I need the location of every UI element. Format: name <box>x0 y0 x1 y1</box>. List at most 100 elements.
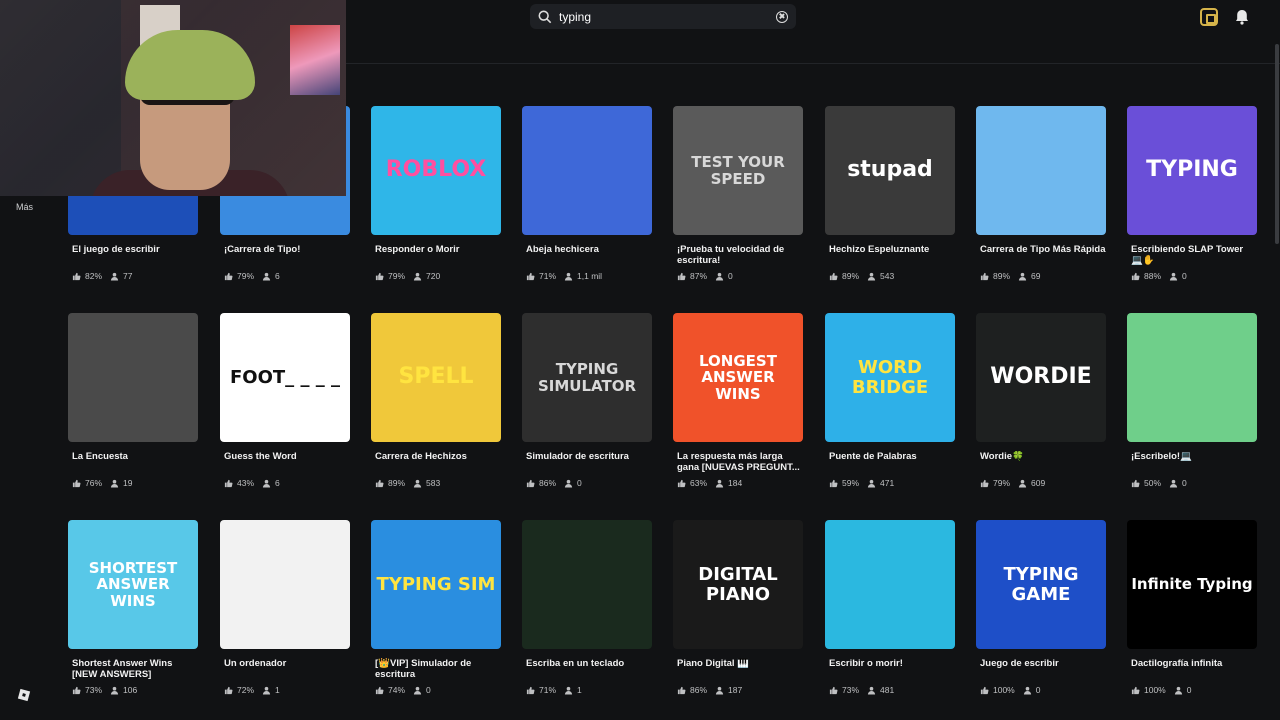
game-thumbnail[interactable] <box>220 520 350 649</box>
game-thumbnail[interactable] <box>976 106 1106 235</box>
game-title[interactable]: Piano Digital 🎹 <box>677 658 803 669</box>
game-stats: 87% 0 <box>677 271 733 281</box>
game-card[interactable]: TYPING SIM [👑VIP] Simulador de escritura 7… <box>371 520 501 695</box>
game-card[interactable]: ¡Escribelo!💻 50% 0 <box>1127 313 1257 488</box>
thumbnail-text: TYPING SIM <box>376 573 496 595</box>
game-card[interactable]: TYPING SIMULATOR Simulador de escritura 86… <box>522 313 652 488</box>
game-thumbnail[interactable]: WORDIE <box>976 313 1106 442</box>
game-title[interactable]: Abeja hechicera <box>526 244 652 255</box>
game-title[interactable]: Escribir o morir! <box>829 658 955 669</box>
game-card[interactable]: Abeja hechicera 71% 1,1 mil <box>522 106 652 281</box>
game-title[interactable]: La respuesta más larga gana [NUEVAS PREG… <box>677 451 803 473</box>
game-card[interactable]: WORDIE Wordie🍀 79% 609 <box>976 313 1106 488</box>
game-card[interactable]: La Encuesta 76% 19 <box>68 313 198 488</box>
game-title[interactable]: Un ordenador <box>224 658 350 669</box>
game-title[interactable]: Wordie🍀 <box>980 451 1106 462</box>
search-input[interactable] <box>559 9 776 24</box>
game-card[interactable]: FOOT_ _ _ _ Guess the Word 43% 6 <box>220 313 350 488</box>
game-thumbnail[interactable]: ROBLOX <box>371 106 501 235</box>
game-thumbnail[interactable]: LONGEST ANSWER WINS <box>673 313 803 442</box>
sidebar-more-label[interactable]: Más <box>16 202 33 212</box>
game-thumbnail[interactable] <box>522 520 652 649</box>
thumbnail-text: LONGEST ANSWER WINS <box>699 351 777 403</box>
rating-value: 79% <box>388 271 406 281</box>
game-title[interactable]: Juego de escribir <box>980 658 1106 669</box>
game-card[interactable]: TYPING GAME Juego de escribir 100% 0 <box>976 520 1106 695</box>
roblox-logo-icon[interactable] <box>17 688 31 702</box>
rating-value: 89% <box>842 271 860 281</box>
game-title[interactable]: El juego de escribir <box>72 244 198 255</box>
thumbnail-text: WORD BRIDGE <box>851 356 929 398</box>
game-card[interactable]: DIGITAL PIANO Piano Digital 🎹 86% 187 <box>673 520 803 695</box>
game-stats: 100% 0 <box>980 685 1040 695</box>
game-card[interactable]: SHORTEST ANSWER WINS Shortest Answer Wins… <box>68 520 198 695</box>
game-thumbnail[interactable] <box>522 106 652 235</box>
players-value: 0 <box>728 271 733 281</box>
thumbnail-text: Infinite Typing <box>1131 575 1253 594</box>
game-card[interactable]: Escriba en un teclado 71% 1 <box>522 520 652 695</box>
rating-value: 79% <box>993 478 1011 488</box>
game-title[interactable]: Carrera de Hechizos <box>375 451 501 462</box>
game-card[interactable]: Infinite Typing Dactilografía infinita 100… <box>1127 520 1257 695</box>
rating-value: 74% <box>388 685 406 695</box>
game-card[interactable]: SPELL Carrera de Hechizos 89% 583 <box>371 313 501 488</box>
players-icon <box>1169 479 1178 488</box>
game-card[interactable]: TYPING Escribiendo SLAP Tower 💻✋ 88% 0 <box>1127 106 1257 281</box>
game-thumbnail[interactable]: DIGITAL PIANO <box>673 520 803 649</box>
game-card[interactable]: Carrera de Tipo Más Rápida 89% 69 <box>976 106 1106 281</box>
game-title[interactable]: Escriba en un teclado <box>526 658 652 669</box>
game-card[interactable]: Un ordenador 72% 1 <box>220 520 350 695</box>
game-title[interactable]: Shortest Answer Wins [NEW ANSWERS] <box>72 658 198 680</box>
game-thumbnail[interactable]: WORD BRIDGE <box>825 313 955 442</box>
game-card[interactable]: WORD BRIDGE Puente de Palabras 59% 471 <box>825 313 955 488</box>
game-card[interactable]: Escribir o morir! 73% 481 <box>825 520 955 695</box>
players-value: 19 <box>123 478 133 488</box>
game-title[interactable]: Responder o Morir <box>375 244 501 255</box>
game-card[interactable]: LONGEST ANSWER WINS La respuesta más larg… <box>673 313 803 488</box>
game-thumbnail[interactable]: TYPING <box>1127 106 1257 235</box>
game-title[interactable]: Puente de Palabras <box>829 451 955 462</box>
game-title[interactable]: ¡Carrera de Tipo! <box>224 244 350 255</box>
game-title[interactable]: Hechizo Espeluznante <box>829 244 955 255</box>
game-card[interactable]: TEST YOUR SPEED ¡Prueba tu velocidad de e… <box>673 106 803 281</box>
game-card[interactable]: stupad Hechizo Espeluznante 89% 543 <box>825 106 955 281</box>
game-thumbnail[interactable] <box>1127 313 1257 442</box>
game-title[interactable]: ¡Escribelo!💻 <box>1131 451 1257 462</box>
rating-value: 50% <box>1144 478 1162 488</box>
game-title[interactable]: Carrera de Tipo Más Rápida <box>980 244 1106 255</box>
thumbnail-text <box>281 581 289 589</box>
game-thumbnail[interactable]: SHORTEST ANSWER WINS <box>68 520 198 649</box>
game-thumbnail[interactable]: TEST YOUR SPEED <box>673 106 803 235</box>
thumbs-up-icon <box>980 272 989 280</box>
thumbnail-text: stupad <box>847 157 933 183</box>
players-value: 77 <box>123 271 133 281</box>
thumbnail-text <box>886 581 894 589</box>
game-card[interactable]: ROBLOX Responder o Morir 79% 720 <box>371 106 501 281</box>
thumbs-up-icon <box>72 479 81 487</box>
game-title[interactable]: La Encuesta <box>72 451 198 462</box>
notifications-bell-icon[interactable] <box>1233 8 1251 26</box>
game-title[interactable]: ¡Prueba tu velocidad de escritura! <box>677 244 803 266</box>
players-value: 583 <box>426 478 441 488</box>
game-thumbnail[interactable]: TYPING SIM <box>371 520 501 649</box>
clear-search-icon[interactable] <box>776 10 788 23</box>
players-value: 187 <box>728 685 743 695</box>
game-thumbnail[interactable]: SPELL <box>371 313 501 442</box>
game-thumbnail[interactable]: FOOT_ _ _ _ <box>220 313 350 442</box>
scrollbar[interactable] <box>1275 44 1279 244</box>
thumbnail-text: TYPING SIMULATOR <box>537 360 637 395</box>
game-thumbnail[interactable]: TYPING SIMULATOR <box>522 313 652 442</box>
game-thumbnail[interactable]: Infinite Typing <box>1127 520 1257 649</box>
game-title[interactable]: Guess the Word <box>224 451 350 462</box>
game-title[interactable]: [👑VIP] Simulador de escritura <box>375 658 501 680</box>
game-title[interactable]: Dactilografía infinita <box>1131 658 1257 669</box>
game-thumbnail[interactable] <box>825 520 955 649</box>
game-thumbnail[interactable]: stupad <box>825 106 955 235</box>
robux-icon[interactable] <box>1200 8 1218 26</box>
search-bar[interactable] <box>530 4 796 29</box>
game-title[interactable]: Simulador de escritura <box>526 451 652 462</box>
game-title[interactable]: Escribiendo SLAP Tower 💻✋ <box>1131 244 1257 266</box>
game-thumbnail[interactable] <box>68 313 198 442</box>
thumbs-up-icon <box>375 686 384 694</box>
game-thumbnail[interactable]: TYPING GAME <box>976 520 1106 649</box>
